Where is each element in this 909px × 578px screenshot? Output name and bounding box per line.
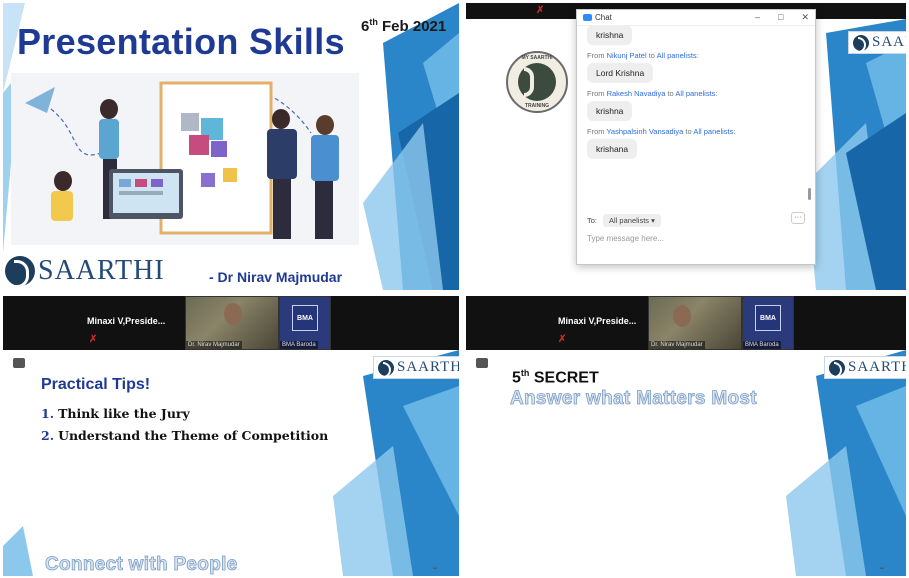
- slide-subheading: Answer what Matters Most: [510, 388, 757, 410]
- chat-messages[interactable]: krishna From Nikunj Patel to All panelis…: [577, 26, 815, 208]
- participant-name: Minaxi V,Preside...: [87, 316, 166, 326]
- saarthi-mark-icon: [5, 256, 35, 288]
- saarthi-logo: SAARTHI: [5, 255, 165, 288]
- chat-window: Chat – □ ✕ krishna From Nikunj Patel to …: [576, 9, 816, 265]
- muted-mic-icon: ✗: [558, 334, 567, 345]
- screenshot-collage: Presentation Skills 6th Feb 2021 SAARTHI…: [0, 0, 909, 578]
- bma-logo: BMA: [755, 305, 781, 331]
- saarthi-logo: SAARTHI: [848, 31, 906, 54]
- maximize-icon[interactable]: □: [778, 12, 783, 23]
- slide-heading: Practical Tips!: [41, 376, 151, 393]
- muted-mic-icon: ✗: [536, 5, 545, 16]
- slide-footer-text: Connect with People: [45, 554, 238, 576]
- video-tile-bma[interactable]: BMA BMA Baroda: [742, 296, 794, 350]
- chat-message-input[interactable]: Type message here...: [587, 234, 664, 243]
- chevron-down-icon: ▾: [651, 216, 655, 225]
- chat-message: From Yashpalsinh Vansadiya to All paneli…: [587, 127, 815, 159]
- zoom-app-icon: [583, 14, 592, 21]
- tip-item: 1. Think like the Jury: [41, 406, 190, 421]
- more-options-icon[interactable]: ···: [791, 212, 805, 224]
- saarthi-mark-icon: [378, 359, 394, 378]
- close-icon[interactable]: ✕: [801, 12, 809, 23]
- fifth-secret-quadrant: Minaxi V,Preside... ✗ Dr. Nirav Majmudar…: [466, 296, 906, 576]
- recipient-dropdown[interactable]: All panelists ▾: [603, 214, 661, 227]
- practical-tips-quadrant: Minaxi V,Preside... ✗ Dr. Nirav Majmudar…: [3, 296, 459, 576]
- video-tile-presenter[interactable]: Dr. Nirav Majmudar: [648, 296, 742, 350]
- slide-title-quadrant: Presentation Skills 6th Feb 2021 SAARTHI…: [3, 3, 459, 290]
- chat-titlebar: Chat – □ ✕: [577, 10, 815, 26]
- participant-name: Minaxi V,Preside...: [558, 316, 637, 326]
- slide-page-mark: ▪▪: [879, 566, 884, 572]
- saarthi-logo: SAARTHI: [824, 356, 906, 379]
- muted-mic-icon: ✗: [89, 334, 98, 345]
- chat-message: krishna: [587, 26, 815, 45]
- chat-message: From Rakesh Navadiya to All panelists: k…: [587, 89, 815, 121]
- saarthi-mark-icon: [829, 359, 845, 378]
- slide-page-mark: ▪▪: [432, 566, 437, 572]
- chat-quadrant: ✗ MY SAARTHI TRAINING SAARTHI Chat – □ ✕: [466, 3, 906, 290]
- chat-title: Chat: [595, 13, 612, 22]
- slide-menu-icon[interactable]: [476, 358, 488, 368]
- slide-menu-icon[interactable]: [13, 358, 25, 368]
- video-tile-bma[interactable]: BMA BMA Baroda: [279, 296, 331, 350]
- saarthi-logo: SAARTHI: [373, 356, 459, 379]
- chat-recipient-row: To: All panelists ▾: [587, 214, 661, 227]
- bma-logo: BMA: [292, 305, 318, 331]
- slide-heading: 5th SECRET: [512, 368, 599, 387]
- video-tile-presenter[interactable]: Dr. Nirav Majmudar: [185, 296, 279, 350]
- slide-title: Presentation Skills: [17, 21, 345, 62]
- saarthi-mark-icon: [853, 34, 869, 53]
- slide-date: 6th Feb 2021: [361, 17, 447, 35]
- presentation-illustration: [11, 73, 359, 245]
- saarthi-training-logo: MY SAARTHI TRAINING: [506, 51, 568, 113]
- minimize-icon[interactable]: –: [755, 12, 760, 23]
- chat-scrollbar[interactable]: [808, 188, 811, 200]
- slide-author: - Dr Nirav Majmudar: [209, 269, 343, 285]
- tip-item: 2. Understand the Theme of Competition: [41, 428, 329, 443]
- chat-message: From Nikunj Patel to All panelists: Lord…: [587, 51, 815, 83]
